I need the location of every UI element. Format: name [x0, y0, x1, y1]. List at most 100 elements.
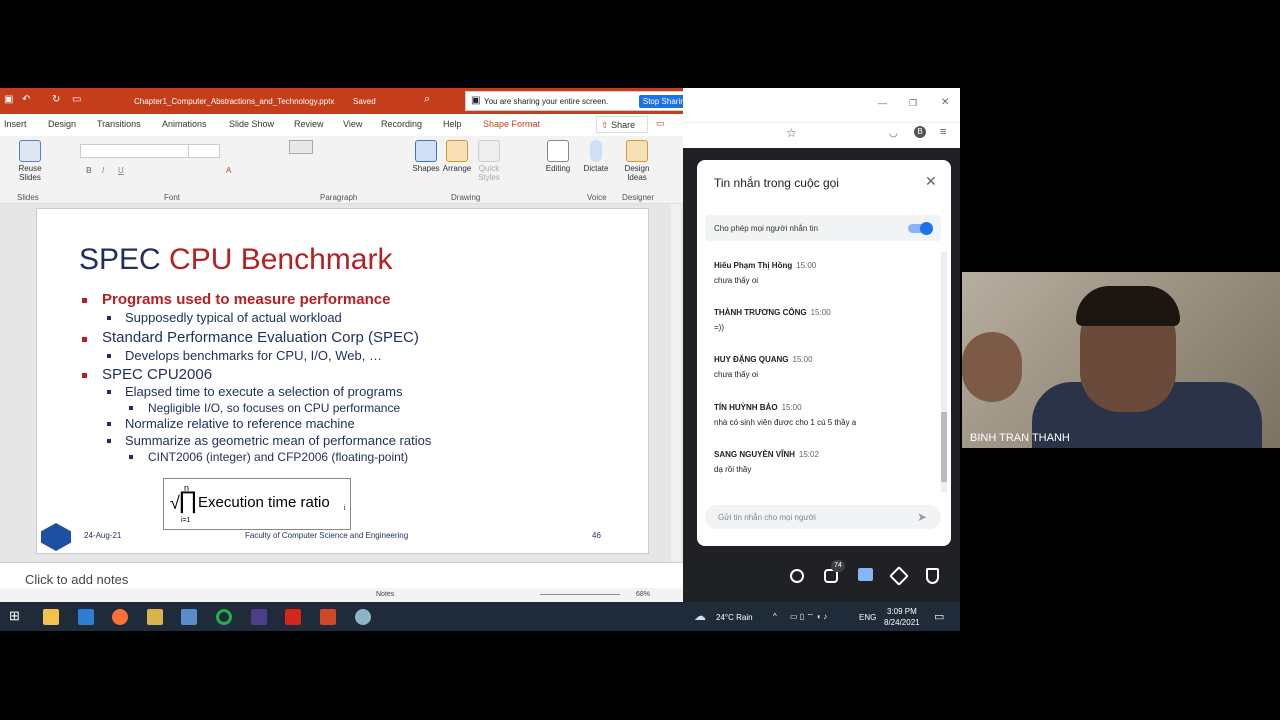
chat-icon[interactable]	[858, 568, 873, 581]
tab-review[interactable]: Review	[294, 119, 324, 129]
powerpoint-icon[interactable]	[320, 609, 336, 625]
save-icon[interactable]: ▣	[4, 94, 13, 105]
slide-title-part1: SPEC	[79, 243, 161, 276]
firefox-icon[interactable]	[112, 609, 128, 625]
group-label-drawing: Drawing	[451, 193, 481, 202]
info-icon[interactable]	[790, 569, 804, 583]
zoom-level[interactable]: 68%	[636, 591, 650, 598]
shapes-icon	[415, 140, 437, 162]
notification-icon[interactable]: ▭	[934, 610, 944, 623]
share-label: Share	[611, 120, 636, 130]
message-time: 15:00	[810, 308, 831, 317]
activities-icon[interactable]	[889, 566, 909, 586]
tab-slide-show[interactable]: Slide Show	[229, 119, 274, 129]
design-ideas-button[interactable]: Design Ideas	[620, 140, 654, 182]
microphone-icon	[590, 140, 602, 162]
bullet-marker	[129, 455, 133, 459]
weather-text[interactable]: 24°C Rain	[716, 613, 753, 622]
bold-icon[interactable]: B	[86, 166, 92, 175]
message-time: 15:00	[781, 403, 802, 412]
tab-view[interactable]: View	[343, 119, 362, 129]
weather-icon[interactable]: ☁	[694, 609, 706, 623]
app-icon-4[interactable]	[251, 609, 267, 625]
message-time: 15:02	[798, 450, 819, 459]
bullet-marker	[82, 373, 87, 378]
app-icon-5[interactable]	[355, 609, 371, 625]
tab-recording[interactable]: Recording	[381, 119, 422, 129]
chat-scrollbar[interactable]	[941, 252, 947, 492]
quick-styles-button[interactable]: Quick Styles	[474, 140, 504, 182]
tab-help[interactable]: Help	[443, 119, 462, 129]
send-icon[interactable]: ➤	[917, 510, 927, 524]
start-icon[interactable]: ⊞	[9, 608, 20, 624]
design-ideas-icon	[626, 140, 648, 162]
notes-pane[interactable]: Click to add notes	[0, 562, 683, 590]
minimize-icon[interactable]: —	[878, 98, 887, 108]
bookmark-star-icon[interactable]: ☆	[786, 126, 797, 140]
italic-icon[interactable]: I	[102, 166, 104, 175]
bullet-1: Programs used to measure performance	[102, 291, 391, 308]
app-icon-1[interactable]	[147, 609, 163, 625]
language-indicator[interactable]: ENG	[859, 613, 876, 622]
tray-chevron-icon[interactable]: ^	[773, 612, 777, 621]
tab-shape-format[interactable]: Shape Format	[483, 119, 540, 129]
clock-time[interactable]: 3:09 PM	[887, 607, 917, 616]
pocket-icon[interactable]: ◡	[889, 128, 898, 139]
formula-text: Execution time ratio	[198, 494, 330, 511]
tab-animations[interactable]: Animations	[162, 119, 207, 129]
chat-scrollbar-thumb[interactable]	[941, 412, 947, 482]
menu-icon[interactable]: ≡	[940, 126, 946, 138]
dictate-button[interactable]: Dictate	[581, 140, 611, 173]
chat-panel: Tin nhắn trong cuộc gọi ✕ Cho phép mọi n…	[697, 160, 951, 546]
close-window-icon[interactable]: ✕	[941, 97, 949, 108]
bk-logo	[41, 523, 71, 551]
undo-icon[interactable]: ↶	[22, 94, 30, 105]
clock-date[interactable]: 8/24/2021	[884, 618, 920, 627]
underline-icon[interactable]: U	[118, 166, 124, 175]
app-icon-3[interactable]	[216, 609, 232, 625]
tab-transitions[interactable]: Transitions	[97, 119, 141, 129]
notes-toggle[interactable]: Notes	[376, 591, 394, 598]
restore-icon[interactable]: ❐	[909, 98, 917, 109]
tray-icons[interactable]: ▭ ▯ ⌔ ◖ ♪	[790, 612, 827, 622]
bullet-marker	[129, 406, 133, 410]
tab-design[interactable]: Design	[48, 119, 76, 129]
font-size-dropdown[interactable]	[188, 144, 220, 158]
slide-scrollbar[interactable]	[671, 204, 681, 562]
bullet-3-2: Normalize relative to reference machine	[125, 416, 355, 431]
allow-messages-toggle[interactable]	[908, 222, 933, 235]
file-explorer-icon[interactable]	[43, 609, 59, 625]
redo-icon[interactable]: ↻	[52, 94, 60, 105]
message-text: chưa thấy oi	[714, 370, 759, 379]
host-controls-icon[interactable]	[926, 568, 939, 584]
font-color-icon[interactable]: A	[226, 166, 231, 175]
screen-share-icon: ▣	[471, 95, 481, 106]
search-icon[interactable]: ⌕	[424, 93, 430, 106]
slide[interactable]: SPEC CPU Benchmark Programs used to meas…	[36, 208, 649, 554]
zoom-slider[interactable]	[540, 594, 620, 595]
arrange-button[interactable]: Arrange	[440, 140, 474, 173]
bullets-icon[interactable]	[289, 140, 313, 154]
tab-insert[interactable]: Insert	[4, 119, 27, 129]
design-ideas-label: Design Ideas	[624, 164, 650, 182]
chat-message: THÀNH TRƯƠNG CÔNG 15:00 =))	[714, 308, 831, 332]
shapes-button[interactable]: Shapes	[410, 140, 442, 173]
editing-button[interactable]: Editing	[542, 140, 574, 173]
group-label-font: Font	[164, 193, 181, 202]
profile-avatar[interactable]: B	[914, 126, 926, 138]
close-chat-icon[interactable]: ✕	[925, 173, 937, 190]
reuse-slides-button[interactable]: Reuse Slides	[15, 140, 45, 182]
share-button[interactable]: ⇧ Share	[596, 116, 648, 133]
app-icon-2[interactable]	[181, 609, 197, 625]
bullet-marker	[107, 390, 111, 394]
formula-box[interactable]: n √ ∏ i=1 Execution time ratio i	[163, 478, 351, 530]
saved-status[interactable]: Saved	[353, 97, 376, 106]
webcam-person-hair	[1076, 286, 1180, 326]
acrobat-icon[interactable]	[285, 609, 301, 625]
slide-title[interactable]: SPEC CPU Benchmark	[79, 243, 392, 277]
chat-message: Hiếu Phạm Thị Hồng 15:00 chưa thấy oi	[714, 261, 816, 285]
mail-icon[interactable]	[78, 609, 94, 625]
present-icon[interactable]: ▭	[72, 94, 81, 105]
chat-input[interactable]: Gửi tin nhắn cho mọi người ➤	[705, 505, 941, 529]
comments-icon[interactable]: ▭	[656, 118, 665, 129]
